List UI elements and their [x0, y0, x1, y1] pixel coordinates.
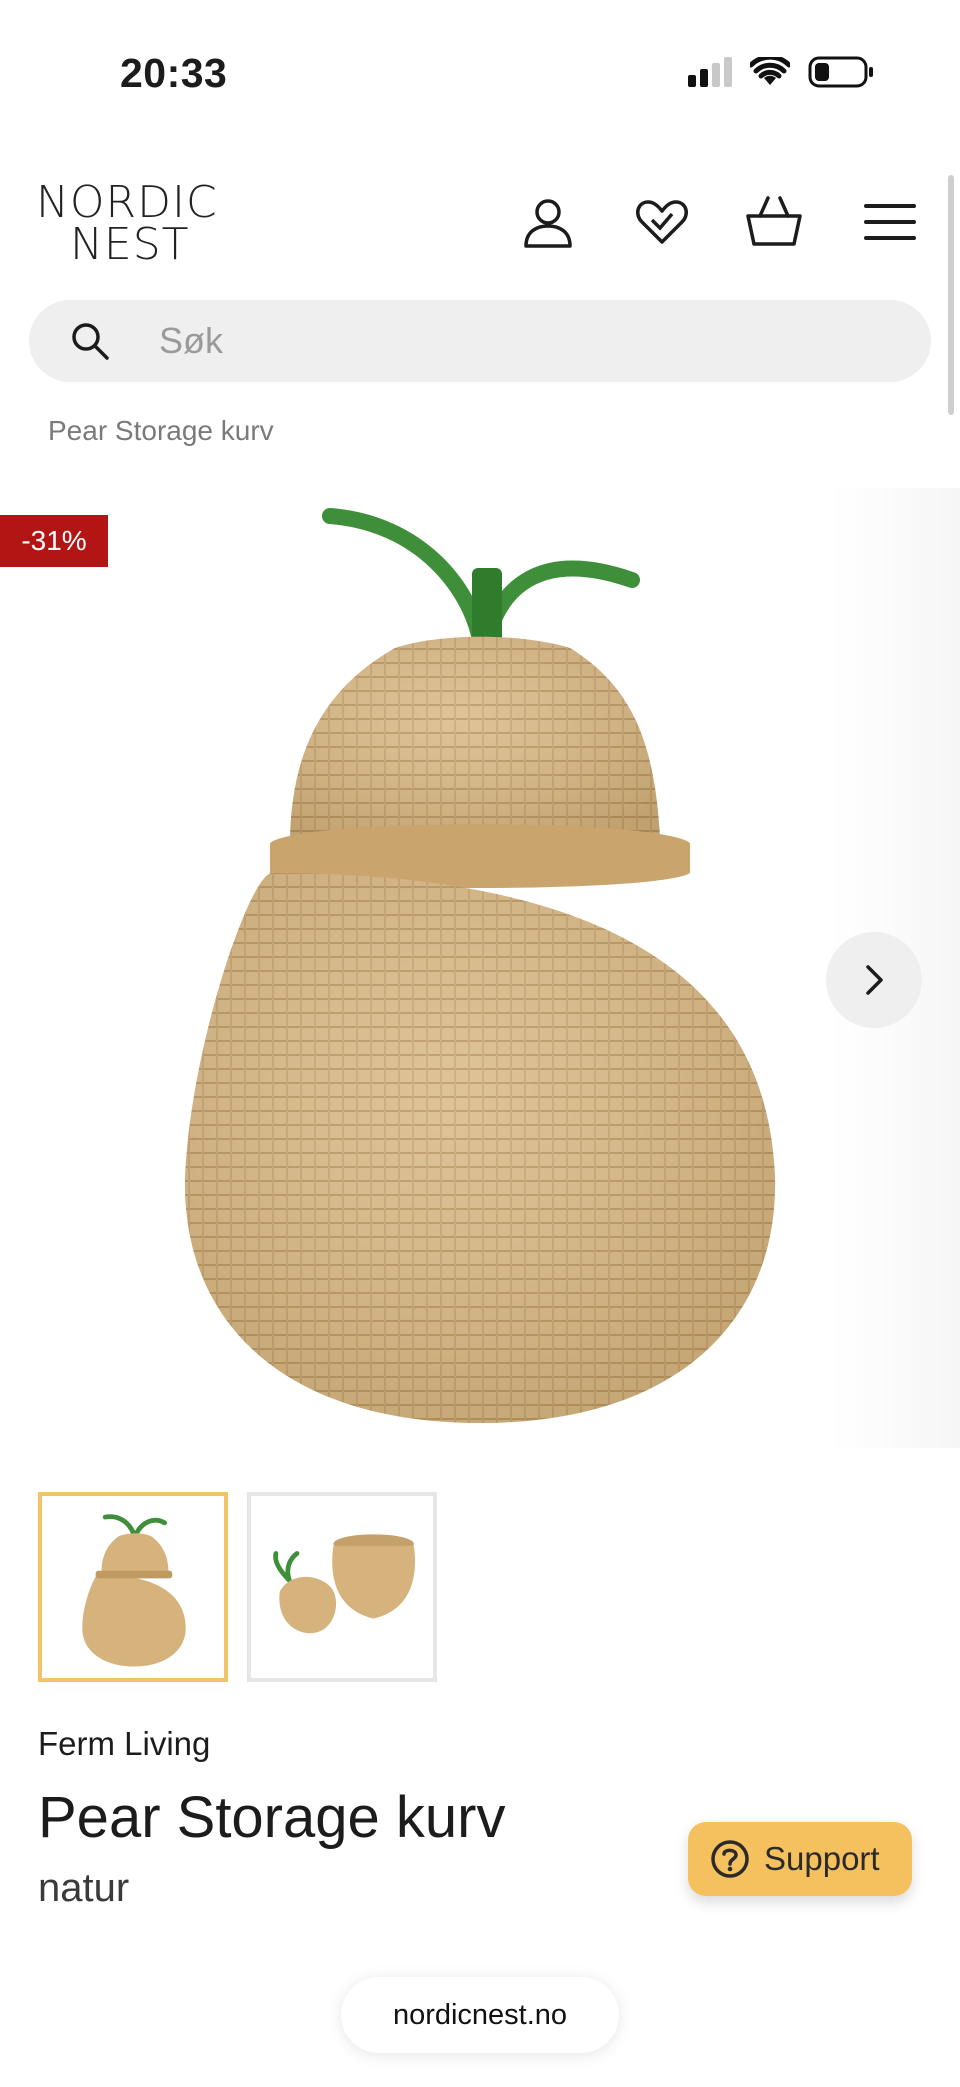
product-brand[interactable]: Ferm Living	[38, 1725, 210, 1763]
support-label: Support	[764, 1840, 880, 1877]
cart-basket-icon[interactable]	[744, 192, 804, 252]
thumbnail-pear-open	[273, 1534, 415, 1634]
next-image-button[interactable]	[826, 932, 922, 1028]
discount-badge: -31%	[0, 515, 108, 567]
cellular-signal-icon	[688, 57, 732, 87]
thumbnail-2[interactable]	[247, 1492, 437, 1682]
breadcrumb-current: Pear Storage kurv	[48, 415, 274, 446]
status-icons	[688, 56, 874, 88]
product-title: Pear Storage kurv	[38, 1785, 506, 1850]
site-header: NORDIC NEST	[0, 170, 960, 290]
search-bar[interactable]	[29, 300, 931, 382]
question-circle-icon	[711, 1840, 749, 1878]
status-bar: 20:33	[0, 0, 960, 150]
thumbnail-1[interactable]	[38, 1492, 228, 1682]
wifi-icon	[750, 57, 790, 85]
search-icon	[72, 323, 109, 360]
wishlist-heart-icon[interactable]	[632, 192, 692, 252]
nordic-nest-logo[interactable]: NORDIC NEST	[36, 177, 218, 270]
support-button[interactable]: Support	[688, 1822, 912, 1896]
product-image	[184, 508, 776, 1423]
product-image-carousel[interactable]	[0, 488, 960, 1448]
user-icon[interactable]	[518, 192, 578, 252]
search-input[interactable]	[159, 300, 879, 382]
logo-line-2: NEST	[70, 219, 190, 270]
logo-line-1: NORDIC	[36, 177, 218, 228]
chevron-right-icon	[866, 965, 883, 995]
product-variant: natur	[38, 1866, 130, 1910]
browser-url-bar[interactable]: nordicnest.no	[341, 1977, 619, 2053]
status-time: 20:33	[120, 50, 228, 96]
battery-icon	[808, 56, 873, 88]
menu-icon[interactable]	[860, 192, 920, 252]
thumbnail-pear-closed	[82, 1514, 186, 1667]
